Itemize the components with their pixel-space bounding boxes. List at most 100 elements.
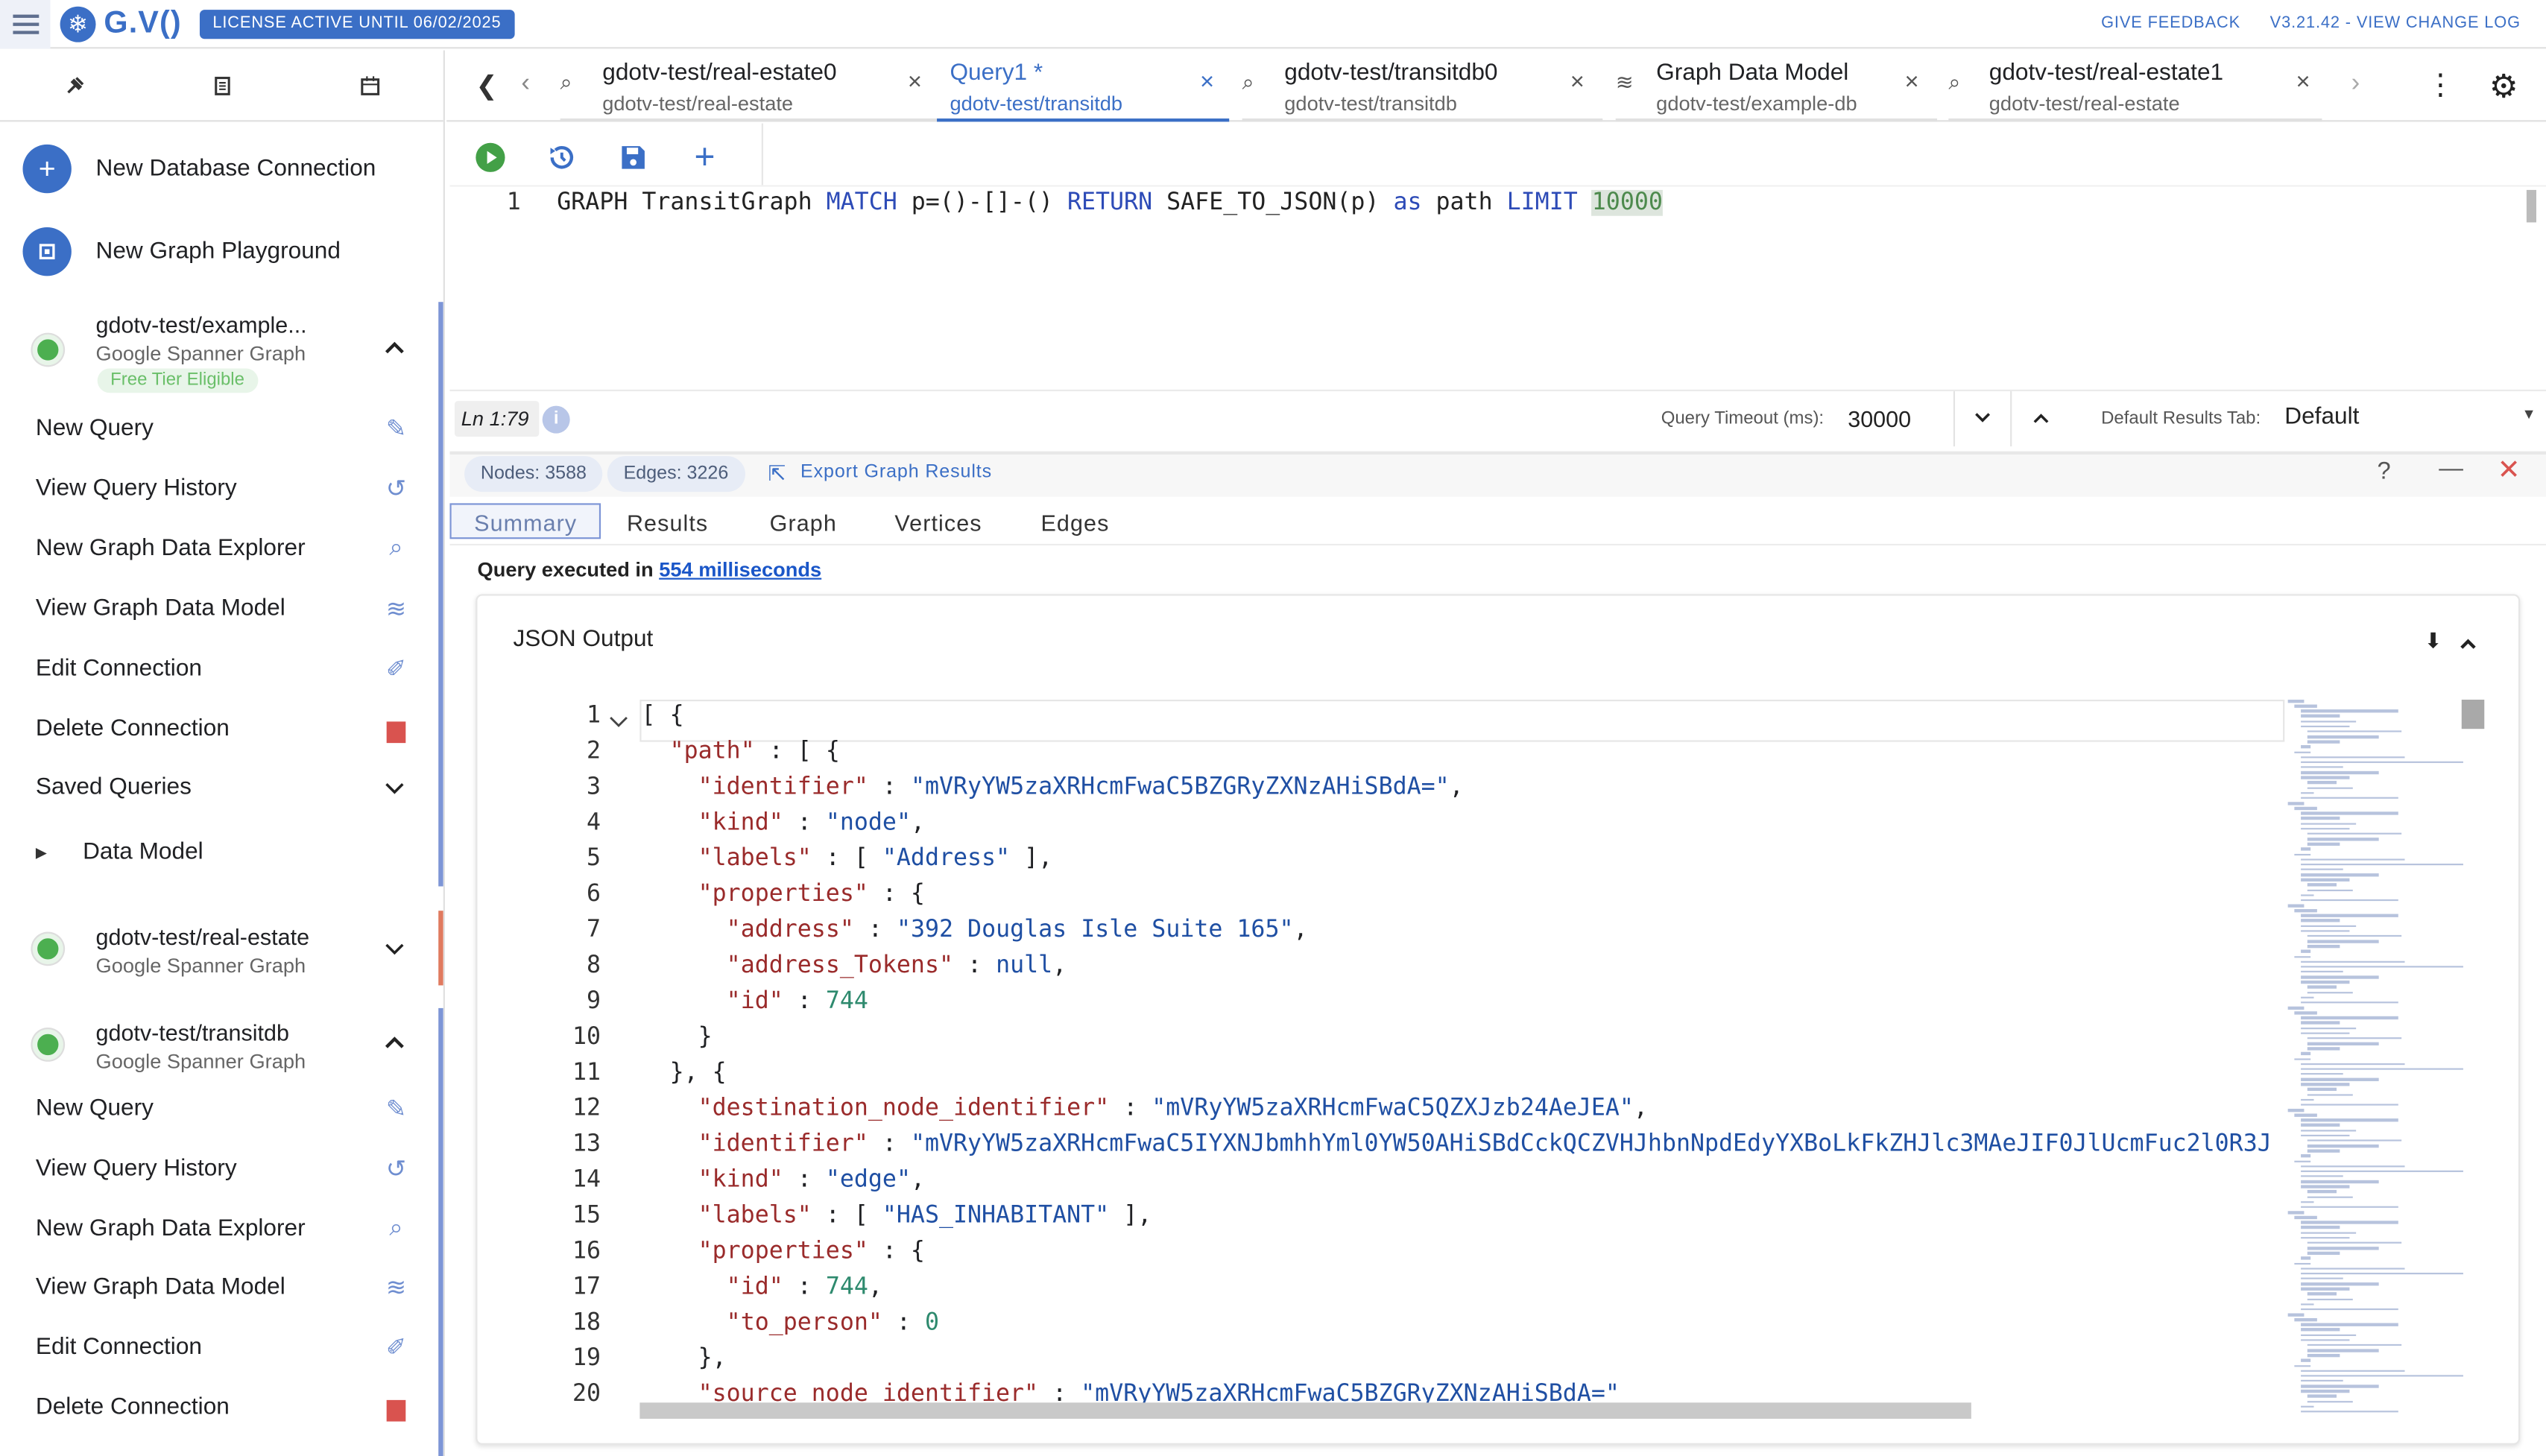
- info-icon[interactable]: i: [542, 405, 570, 434]
- execution-time-link[interactable]: 554 milliseconds: [659, 558, 821, 581]
- minimap-line: [2301, 822, 2357, 825]
- tab-graph-data-model[interactable]: ≋ Graph Data Model gdotv-test/example-db…: [1615, 51, 1938, 122]
- expand-arrow-icon[interactable]: ▶: [36, 844, 47, 862]
- new-graph-playground-button[interactable]: New Graph Playground: [96, 238, 341, 265]
- new-query-item[interactable]: New Query: [36, 1096, 154, 1122]
- edit-query-icon[interactable]: ✎: [379, 1094, 414, 1124]
- close-icon[interactable]: ×: [1904, 69, 1918, 96]
- view-query-history-item[interactable]: View Query History: [36, 475, 237, 501]
- view-graph-data-model-item[interactable]: View Graph Data Model: [36, 1274, 285, 1300]
- delete-connection-item[interactable]: Delete Connection: [36, 1394, 230, 1420]
- new-database-connection-button[interactable]: New Database Connection: [96, 156, 376, 182]
- horizontal-scrollbar[interactable]: [639, 1402, 1971, 1419]
- tab-real-estate1[interactable]: ⌕ gdotv-test/real-estate1 gdotv-test/rea…: [1948, 51, 2322, 122]
- tab-transitdb0[interactable]: ⌕ gdotv-test/transitdb0 gdotv-test/trans…: [1242, 51, 1603, 122]
- chevron-up-icon[interactable]: [2458, 630, 2477, 659]
- chevron-left-icon[interactable]: ‹: [521, 70, 530, 99]
- close-icon[interactable]: ×: [2296, 69, 2310, 96]
- trash-icon[interactable]: ▆: [379, 715, 414, 744]
- code-minimap[interactable]: [2287, 699, 2467, 1424]
- copy-icon[interactable]: [148, 51, 295, 122]
- play-icon[interactable]: [471, 138, 510, 177]
- tab-edges[interactable]: Edges: [1040, 510, 1109, 536]
- default-results-tab-select[interactable]: Default: [2284, 404, 2359, 430]
- view-query-history-item[interactable]: View Query History: [36, 1156, 237, 1182]
- save-icon[interactable]: [614, 138, 653, 177]
- connection-type: Google Spanner Graph: [95, 1050, 306, 1074]
- give-feedback-link[interactable]: GIVE FEEDBACK: [2101, 15, 2240, 33]
- edit-connection-icon[interactable]: ✐: [379, 654, 414, 683]
- chevron-down-icon[interactable]: [383, 940, 406, 963]
- edit-query-icon[interactable]: ✎: [379, 414, 414, 443]
- minimize-icon[interactable]: —: [2439, 455, 2463, 482]
- json-line-number: 9: [587, 988, 601, 1015]
- vertical-scrollbar[interactable]: [2461, 699, 2485, 729]
- tab-vertices[interactable]: Vertices: [894, 510, 982, 536]
- minimap-line: [2294, 852, 2311, 856]
- tab-query1[interactable]: Query1 * gdotv-test/transitdb ×: [937, 51, 1230, 122]
- close-icon[interactable]: ✕: [2498, 455, 2521, 487]
- trash-icon[interactable]: ▆: [379, 1393, 414, 1422]
- version-changelog-link[interactable]: V3.21.42 - VIEW CHANGE LOG: [2270, 15, 2521, 33]
- new-graph-data-explorer-item[interactable]: New Graph Data Explorer: [36, 536, 306, 562]
- connection-name[interactable]: gdotv-test/transitdb: [96, 1019, 289, 1045]
- editor-scrollbar[interactable]: [2526, 189, 2536, 223]
- edit-connection-item[interactable]: Edit Connection: [36, 656, 202, 682]
- chevron-left-icon[interactable]: ❮: [476, 70, 497, 103]
- close-icon[interactable]: ×: [1570, 69, 1585, 96]
- database-icon[interactable]: ≋: [379, 594, 414, 624]
- help-icon[interactable]: ?: [2377, 458, 2390, 485]
- history-icon[interactable]: ↺: [379, 1154, 414, 1183]
- download-icon[interactable]: ⬇: [2425, 628, 2442, 654]
- connection-name[interactable]: gdotv-test/real-estate: [96, 924, 310, 950]
- dropdown-caret-icon[interactable]: ▼: [2521, 406, 2536, 422]
- increment-chevron-up-icon[interactable]: [2012, 391, 2070, 446]
- data-explorer-icon[interactable]: ⌕: [379, 534, 414, 562]
- chevron-up-icon[interactable]: [383, 1033, 406, 1056]
- data-explorer-icon[interactable]: ⌕: [379, 1215, 414, 1242]
- tab-real-estate0[interactable]: ⌕ gdotv-test/real-estate0 gdotv-test/rea…: [560, 51, 938, 122]
- pin-icon[interactable]: [0, 51, 148, 122]
- close-icon[interactable]: ×: [1200, 69, 1214, 96]
- view-graph-data-model-item[interactable]: View Graph Data Model: [36, 596, 285, 622]
- menu-icon[interactable]: [0, 0, 51, 49]
- close-icon[interactable]: ×: [908, 69, 922, 96]
- decrement-chevron-down-icon[interactable]: [1953, 391, 2012, 447]
- export-graph-results-button[interactable]: Export Graph Results: [800, 463, 992, 482]
- playground-icon[interactable]: [22, 227, 72, 276]
- chevron-right-icon[interactable]: ›: [2351, 70, 2360, 99]
- edit-connection-icon[interactable]: ✐: [379, 1333, 414, 1362]
- minimap-line: [2301, 1124, 2340, 1127]
- tab-summary[interactable]: Summary: [474, 510, 577, 536]
- export-icon[interactable]: ⇱: [768, 461, 786, 487]
- delete-connection-item[interactable]: Delete Connection: [36, 716, 230, 742]
- chevron-up-icon[interactable]: [383, 338, 406, 361]
- tab-graph[interactable]: Graph: [770, 510, 837, 536]
- fold-chevron-down-icon[interactable]: [609, 706, 628, 735]
- chevron-down-icon[interactable]: [383, 779, 406, 803]
- json-line: "kind" : "edge",: [698, 1167, 926, 1194]
- new-graph-data-explorer-item[interactable]: New Graph Data Explorer: [36, 1216, 306, 1242]
- saved-queries-item[interactable]: Saved Queries: [36, 774, 192, 800]
- query-editor[interactable]: GRAPH TransitGraph MATCH p=()-[]-() RETU…: [557, 189, 1663, 216]
- minimap-line: [2301, 1180, 2379, 1183]
- minimap-line: [2301, 858, 2405, 861]
- minimap-line: [2287, 1006, 2305, 1009]
- history-icon[interactable]: [543, 138, 581, 177]
- json-line-number: 20: [572, 1381, 601, 1408]
- query-timeout-input[interactable]: 30000: [1848, 406, 1911, 432]
- new-query-item[interactable]: New Query: [36, 416, 154, 442]
- tab-results[interactable]: Results: [627, 510, 708, 536]
- minimap-line: [2307, 1149, 2340, 1153]
- add-query-icon[interactable]: +: [685, 136, 724, 177]
- edit-connection-item[interactable]: Edit Connection: [36, 1335, 202, 1361]
- connection-name[interactable]: gdotv-test/example...: [96, 311, 307, 338]
- plus-icon[interactable]: +: [22, 144, 72, 194]
- data-model-item[interactable]: Data Model: [83, 839, 203, 865]
- history-icon[interactable]: ↺: [379, 474, 414, 503]
- settings-icon[interactable]: ⚙: [2489, 66, 2518, 107]
- more-vert-icon[interactable]: ⋮: [2426, 70, 2455, 99]
- minimap-line: [2301, 827, 2350, 830]
- calendar-icon[interactable]: [296, 51, 443, 122]
- database-icon[interactable]: ≋: [379, 1273, 414, 1302]
